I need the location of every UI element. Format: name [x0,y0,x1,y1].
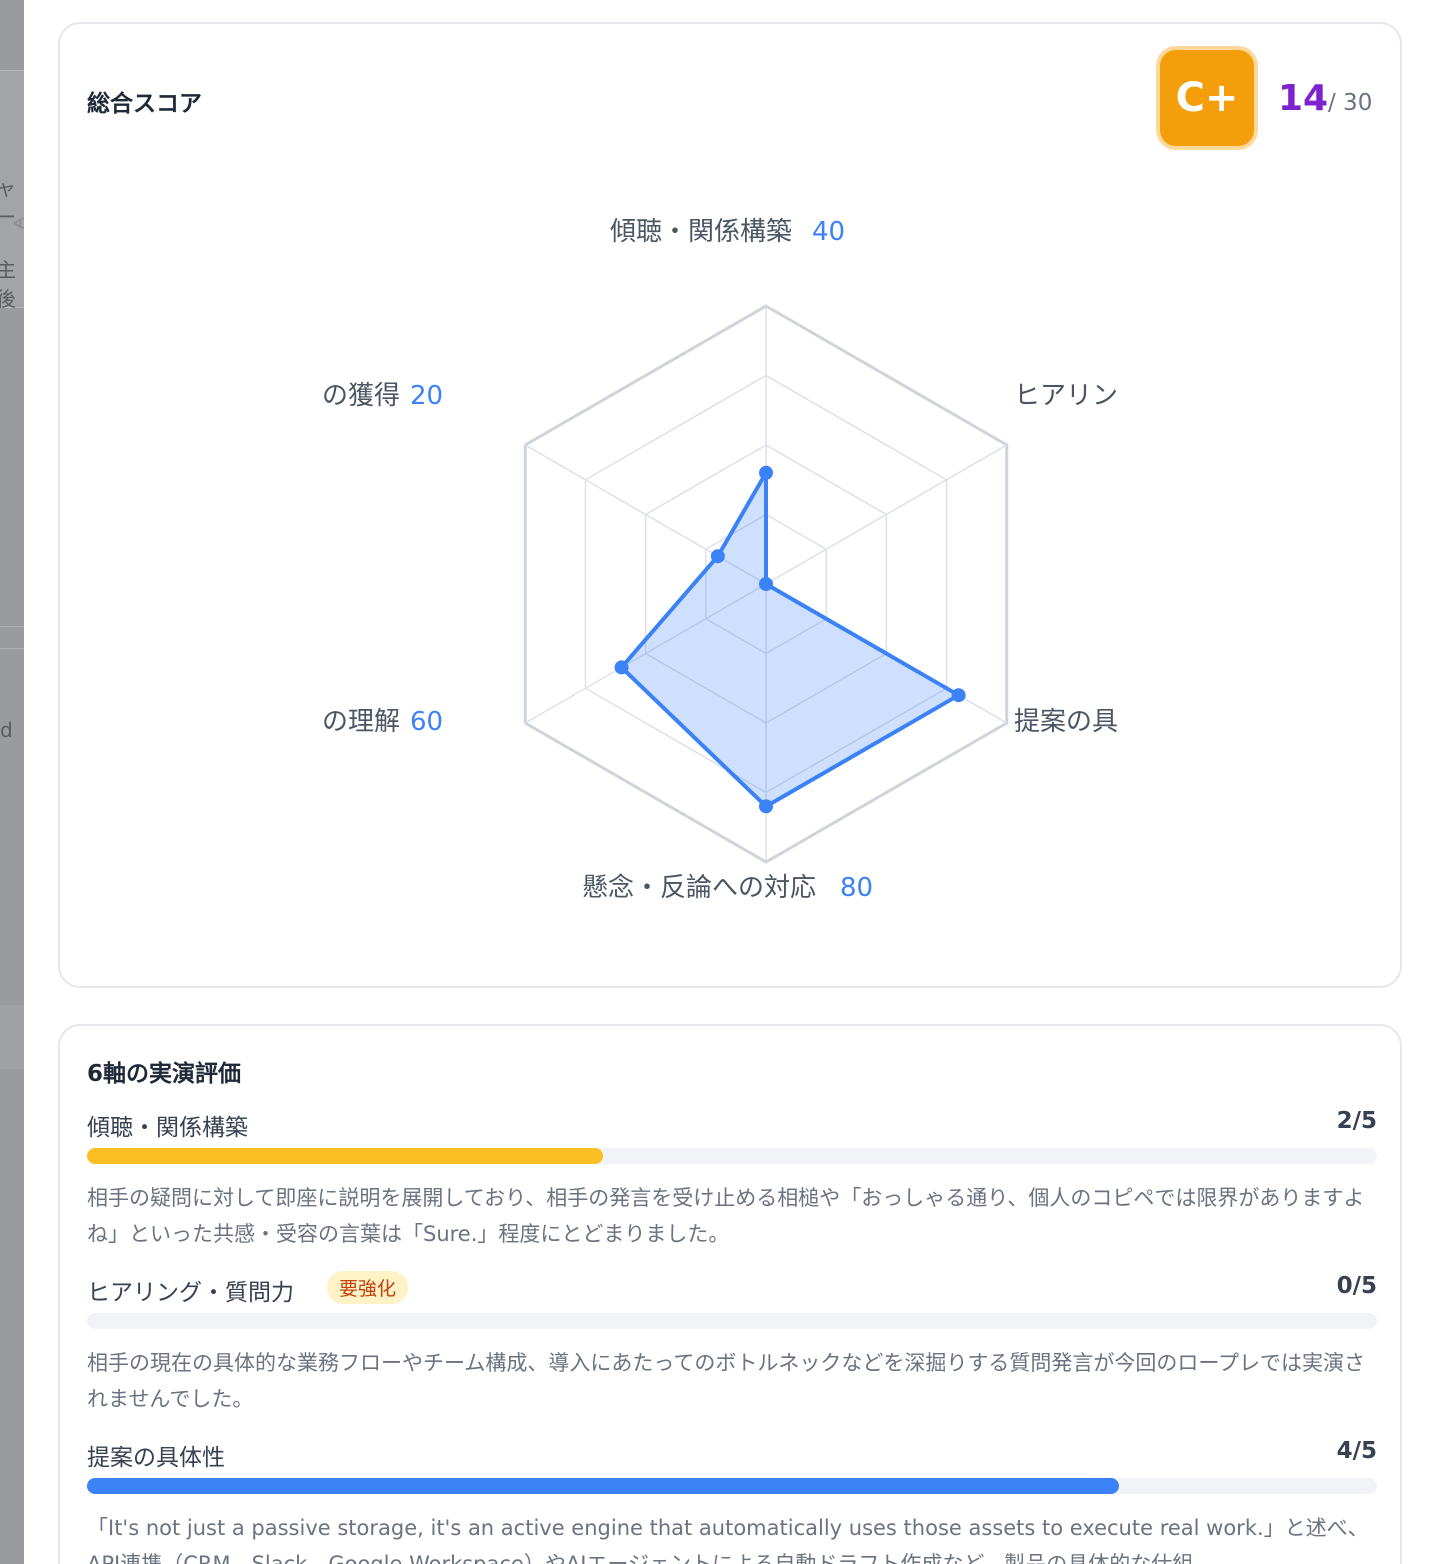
background-text: ∢ [12,214,24,233]
radar-point [614,660,629,675]
background-text: d [0,718,13,742]
eval-item-description: 「It's not just a passive storage, it's a… [87,1516,1369,1564]
axis-value-understanding: 60 [410,707,443,737]
card-title: 6軸の実演評価 [87,1061,242,1087]
eval-item-score: 4/5 [1336,1438,1377,1464]
eval-item-hearing: ヒアリング・質問力 要強化 0/5 相手の現在の具体的な業務フローやチーム構成、… [87,1271,1377,1417]
radar-area [619,470,961,809]
eval-item-description: 相手の現在の具体的な業務フローやチーム構成、導入にあたってのボトルネックなどを深… [87,1351,1366,1411]
eval-item-proposal: 提案の具体性 4/5 「It's not just a passive stor… [87,1438,1377,1564]
radar-point [759,577,773,591]
score-bar-fill [87,1478,1119,1494]
eval-item-score: 0/5 [1336,1273,1377,1299]
score-bar-track [87,1148,1377,1164]
needs-improvement-badge: 要強化 [327,1271,409,1304]
axis-value-acquisition: 20 [410,381,443,411]
axis-label-understanding: の理解 [322,707,400,737]
overall-score-card: 総合スコア C+ 14 / 30 傾聴・関係構築 40 ヒアリン 提案の具 懸念… [58,22,1402,988]
axis-label-acquisition: の獲得 [322,381,400,411]
radar-chart: 傾聴・関係構築 40 ヒアリン 提案の具 懸念・反論への対応 80 の理解 60… [322,217,1256,903]
eval-item-listening: 傾聴・関係構築 2/5 相手の疑問に対して即座に説明を展開しており、相手の発言を… [87,1108,1377,1252]
eval-item-name: 提案の具体性 [87,1445,225,1471]
score-bar-fill [87,1148,603,1164]
score-bar-track [87,1313,1377,1329]
radar-point [710,549,725,564]
background-page: ャー ∢ 主後 d [0,0,24,1564]
axis-label-objection: 懸念・反論への対応 [582,873,816,903]
eval-item-description: 相手の疑問に対して即座に説明を展開しており、相手の発言を受け止める相槌や「おっし… [87,1186,1365,1246]
score-bar-track [87,1478,1377,1494]
background-divider [0,626,24,627]
eval-item-score: 2/5 [1336,1108,1377,1134]
axis-label-listening: 傾聴・関係構築 [610,217,792,247]
radar-point [951,688,966,703]
background-divider [0,648,24,649]
background-panel [0,1005,24,1069]
eval-item-name: 傾聴・関係構築 [87,1115,248,1141]
axis-label-hearing: ヒアリン [1014,381,1118,411]
axis-evaluation-card: 6軸の実演評価 傾聴・関係構築 2/5 相手の疑問に対して即座に説明を展開してお… [58,1024,1402,1564]
label-clip [1136,364,1256,764]
report-modal: 総合スコア C+ 14 / 30 傾聴・関係構築 40 ヒアリン 提案の具 懸念… [24,0,1440,1564]
eval-item-name: ヒアリング・質問力 [87,1280,294,1306]
background-text: 主後 [0,258,16,311]
radar-point [759,465,773,480]
radar-point [759,799,773,814]
axis-value-listening: 40 [812,217,845,247]
axis-label-proposal: 提案の具 [1014,707,1118,737]
axis-value-objection: 80 [840,873,873,903]
